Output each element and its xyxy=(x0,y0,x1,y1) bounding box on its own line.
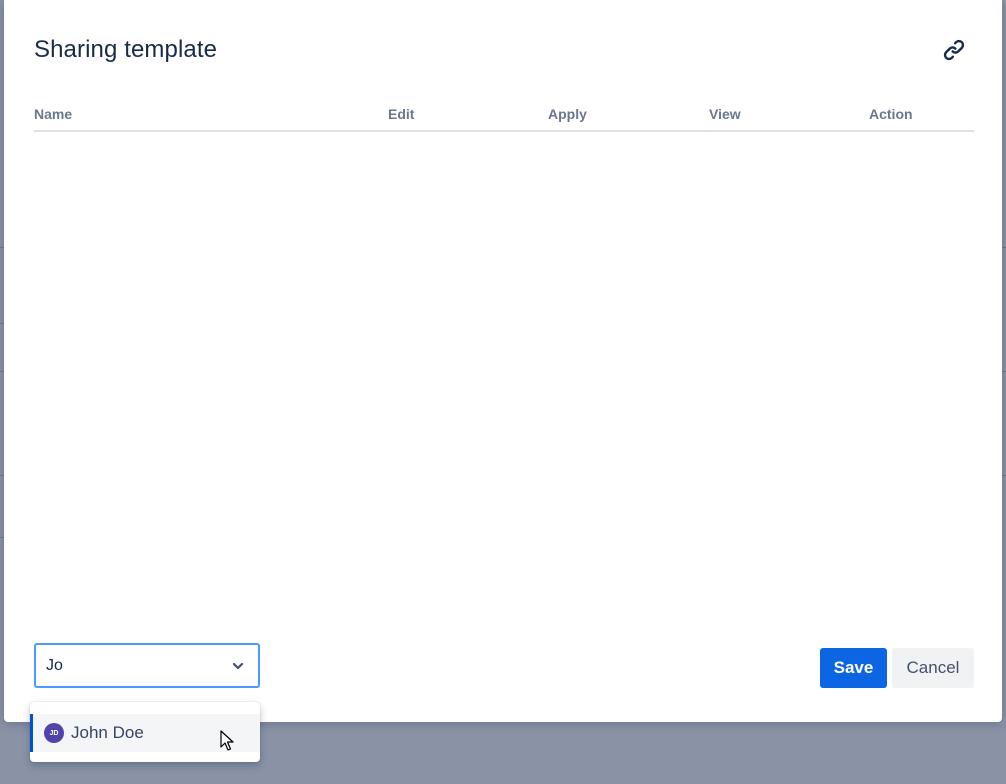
user-option-label: John Doe xyxy=(71,723,144,742)
save-button[interactable]: Save xyxy=(820,648,887,688)
modal-title: Sharing template xyxy=(34,36,218,63)
cancel-button[interactable]: Cancel xyxy=(892,648,974,688)
avatar: JD xyxy=(44,723,64,743)
user-search-input[interactable] xyxy=(46,655,216,677)
column-header-apply: Apply xyxy=(548,106,587,122)
column-header-edit: Edit xyxy=(388,106,415,122)
link-icon xyxy=(943,39,965,61)
background-divider xyxy=(1002,475,1006,476)
background-divider xyxy=(1002,371,1006,372)
column-header-action: Action xyxy=(869,106,913,122)
column-header-view: View xyxy=(709,106,741,122)
chevron-down-icon xyxy=(232,662,244,670)
background-divider xyxy=(1002,247,1006,248)
mouse-cursor-icon xyxy=(220,730,234,751)
column-header-name: Name xyxy=(34,106,73,122)
dropdown-toggle[interactable] xyxy=(230,658,246,674)
sharing-template-modal: Sharing template Name Edit Apply View Ac… xyxy=(4,0,1002,722)
user-select[interactable] xyxy=(34,643,260,688)
table-header: Name Edit Apply View Action xyxy=(34,104,974,132)
copy-link-button[interactable] xyxy=(938,34,970,66)
